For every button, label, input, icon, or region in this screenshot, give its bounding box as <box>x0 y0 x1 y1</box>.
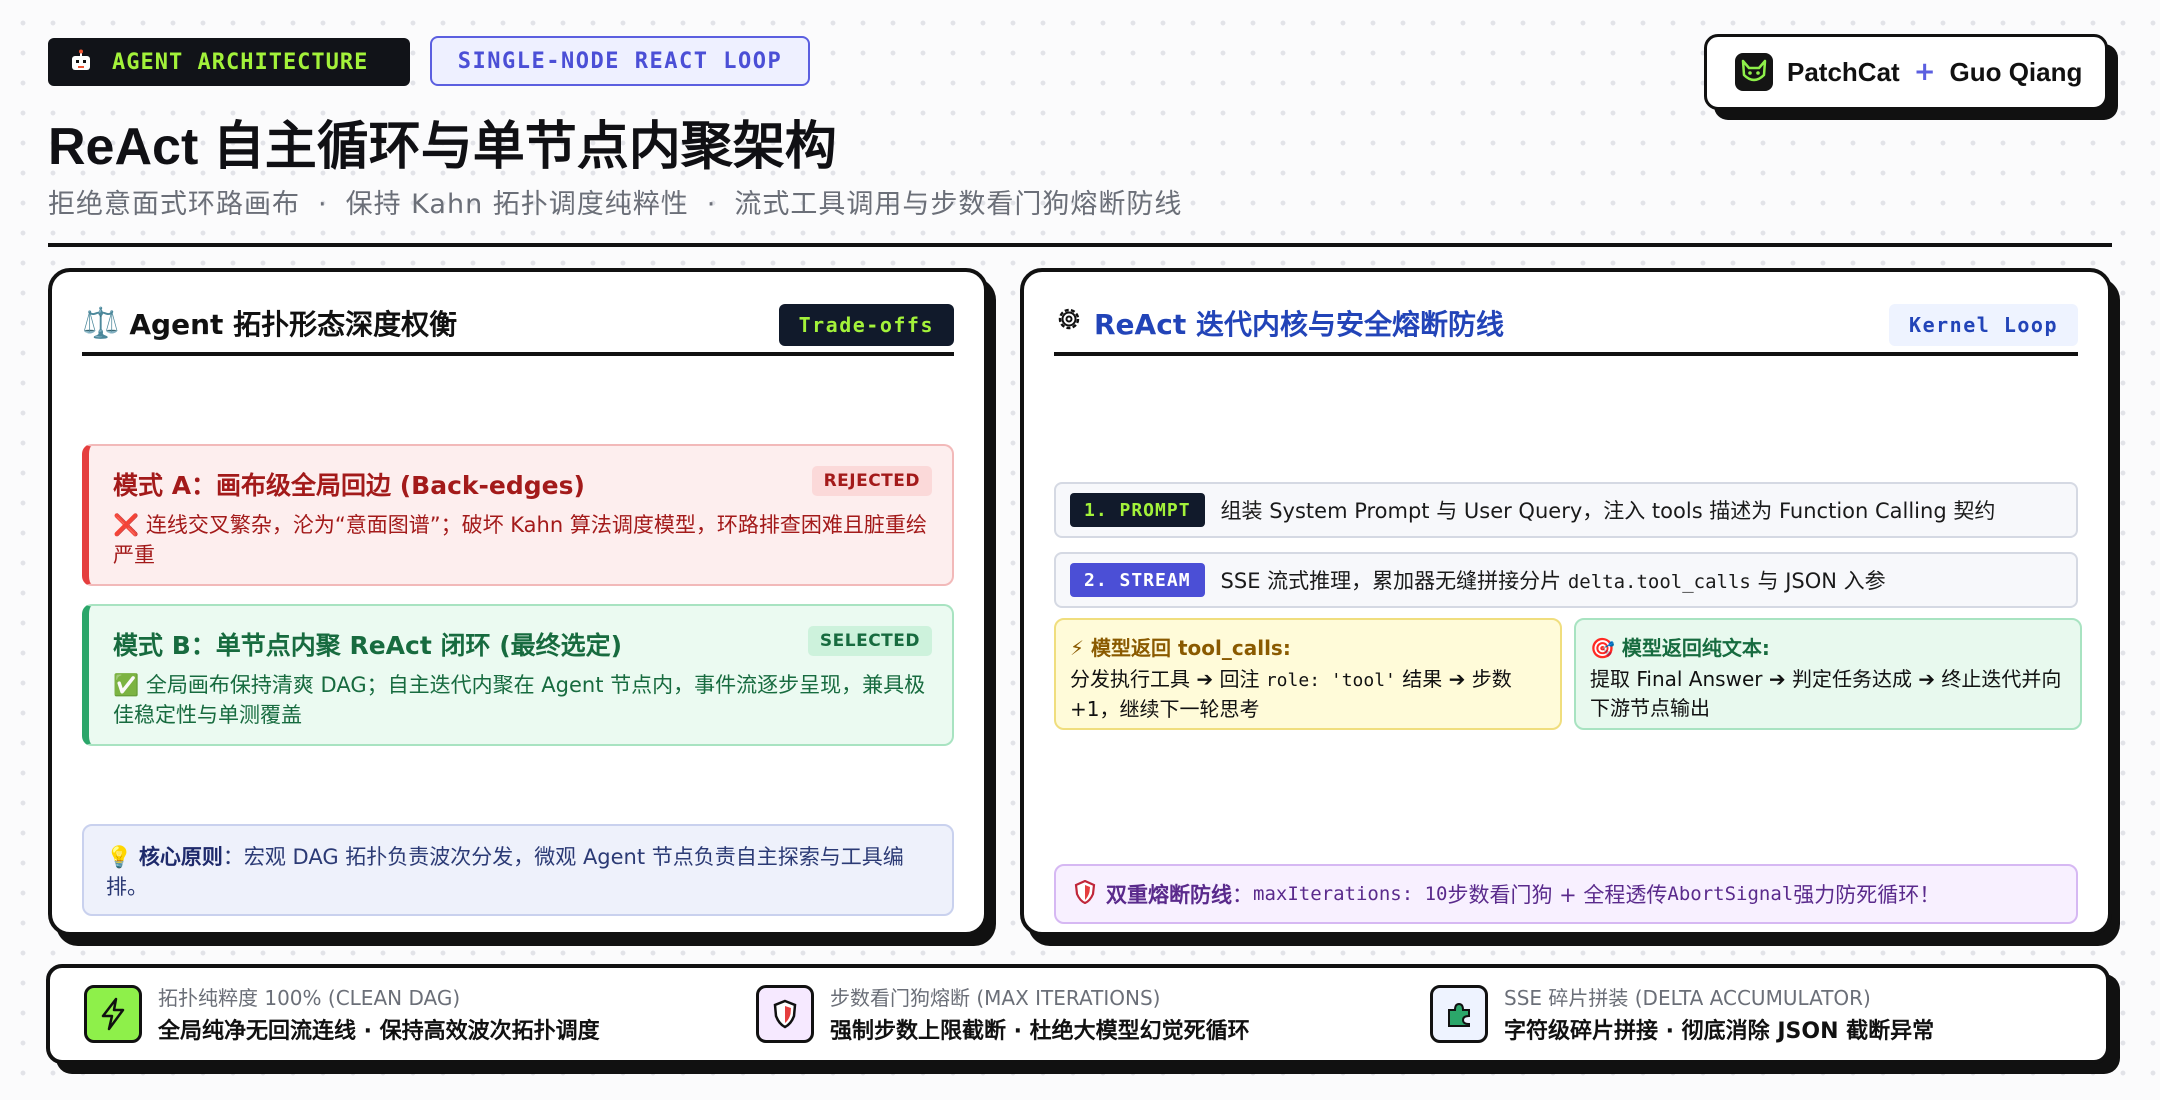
mode-a-desc-text: 连线交叉繁杂，沦为“意面图谱”；破坏 Kahn 算法调度模型，环路排查困难且脏重… <box>113 513 927 567</box>
tradeoffs-pill: Trade-offs <box>778 304 954 346</box>
feature-max-iterations: 步数看门狗熔断 (MAX ITERATIONS) 强制步数上限截断 · 杜绝大模… <box>756 982 1250 1045</box>
branch-tool-desc: 分发执行工具 ➔ 回注 role: 'tool' 结果 ➔ 步数 +1，继续下一… <box>1070 665 1546 724</box>
check-icon: ✅ <box>113 673 140 697</box>
mode-a-title: 模式 A：画布级全局回边 (Back-edges) <box>113 471 585 500</box>
branch-text-desc: 提取 Final Answer ➔ 判定任务达成 ➔ 终止迭代并向下游节点输出 <box>1590 667 2062 720</box>
subtitle-part-1: 拒绝意面式环路画布 <box>48 189 300 220</box>
brand-card: PatchCat + Guo Qiang <box>1704 34 2108 110</box>
fuse-label: 双重熔断防线 <box>1106 883 1232 907</box>
lightning-icon <box>84 984 142 1043</box>
scale-icon: ⚖️ <box>82 305 120 341</box>
feature-clean-dag-desc: 全局纯净无回流连线 · 保持高效波次拓扑调度 <box>158 1019 600 1044</box>
mode-b-title: 模式 B：单节点内聚 ReAct 闭环 (最终选定) <box>113 631 623 660</box>
mode-b-desc-text: 全局画布保持清爽 DAG；自主迭代内聚在 Agent 节点内，事件流逐步呈现，兼… <box>113 673 926 727</box>
mode-b-card: 模式 B：单节点内聚 ReAct 闭环 (最终选定) SELECTED ✅ 全局… <box>82 604 954 746</box>
rejected-badge: REJECTED <box>811 466 932 496</box>
feature-clean-dag-label: 拓扑纯粹度 100% (CLEAN DAG) <box>158 986 461 1010</box>
step-prompt-label: 1. PROMPT <box>1070 493 1205 527</box>
principle-label: 核心原则 <box>138 845 223 869</box>
subtitle-separator: · <box>318 189 328 220</box>
mode-b-desc: ✅ 全局画布保持清爽 DAG；自主迭代内聚在 Agent 节点内，事件流逐步呈现… <box>113 670 928 730</box>
step-stream-label: 2. STREAM <box>1070 563 1205 597</box>
tradeoffs-header: ⚖️ Agent 拓扑形态深度权衡 Trade-offs <box>82 294 954 356</box>
page-title: ReAct 自主循环与单节点内聚架构 <box>48 118 837 176</box>
fuse-box: 双重熔断防线： maxIterations: 10 步数看门狗 + 全程透传 Ab… <box>1054 864 2078 924</box>
target-icon: 🎯 <box>1590 636 1615 660</box>
cat-logo-icon <box>1735 53 1773 91</box>
core-principle-box: 💡 核心原则：宏观 DAG 拓扑负责波次分发，微观 Agent 节点负责自主探索… <box>82 824 954 916</box>
step-stream: 2. STREAM SSE 流式推理，累加器无缝拼接分片 delta.tool_… <box>1054 552 2078 608</box>
header-divider <box>48 243 2112 247</box>
brand-author: Guo Qiang <box>1949 56 2083 87</box>
step-stream-text-b: 与 JSON 入参 <box>1750 569 1886 593</box>
step-stream-code: delta.tool_calls <box>1567 571 1751 593</box>
architecture-tag: AGENT ARCHITECTURE <box>48 38 410 86</box>
kernel-header: ReAct 迭代内核与安全熔断防线 Kernel Loop <box>1054 294 2078 356</box>
brand-plus: + <box>1913 57 1936 87</box>
branch-tool-code: role: 'tool' <box>1265 670 1396 691</box>
kernel-title: ReAct 迭代内核与安全熔断防线 <box>1094 308 1504 341</box>
feature-delta-accumulator-label: SSE 碎片拼装 (DELTA ACCUMULATOR) <box>1504 986 1871 1010</box>
feature-max-iterations-desc: 强制步数上限截断 · 杜绝大模型幻觉死循环 <box>830 1019 1250 1044</box>
architecture-tag-label: AGENT ARCHITECTURE <box>112 49 369 75</box>
selected-badge: SELECTED <box>807 626 932 656</box>
step-prompt: 1. PROMPT 组装 System Prompt 与 User Query，… <box>1054 482 2078 538</box>
brand-name: PatchCat <box>1787 56 1900 87</box>
kernel-pill: Kernel Loop <box>1889 304 2078 346</box>
kernel-panel: ReAct 迭代内核与安全熔断防线 Kernel Loop 1. PROMPT … <box>1020 268 2112 936</box>
mode-a-card: 模式 A：画布级全局回边 (Back-edges) REJECTED ❌ 连线交… <box>82 444 954 586</box>
tradeoffs-panel: ⚖️ Agent 拓扑形态深度权衡 Trade-offs 模式 A：画布级全局回… <box>48 268 988 936</box>
page-subtitle: 拒绝意面式环路画布 · 保持 Kahn 拓扑调度纯粹性 · 流式工具调用与步数看门狗熔断… <box>48 182 1182 221</box>
branch-plain-text: 🎯 模型返回纯文本: 提取 Final Answer ➔ 判定任务达成 ➔ 终止… <box>1574 618 2082 730</box>
cross-icon: ❌ <box>113 513 140 537</box>
branch-tool-calls: ⚡ 模型返回 tool_calls: 分发执行工具 ➔ 回注 role: 'to… <box>1054 618 1562 730</box>
lightning-icon: ⚡ <box>1070 636 1085 660</box>
fuse-code-1: maxIterations: 10 <box>1253 883 1448 905</box>
feature-delta-accumulator: SSE 碎片拼装 (DELTA ACCUMULATOR) 字符级碎片拼接 · 彻… <box>1430 982 1934 1045</box>
branch-tool-title: 模型返回 tool_calls: <box>1091 636 1291 660</box>
gear-icon <box>1054 304 1084 342</box>
subtitle-separator: · <box>706 189 717 220</box>
step-prompt-text: 组装 System Prompt 与 User Query，注入 tools 描… <box>1220 499 1996 523</box>
fuse-sep: ： <box>1232 883 1253 907</box>
mode-a-desc: ❌ 连线交叉繁杂，沦为“意面图谱”；破坏 Kahn 算法调度模型，环路排查困难且… <box>113 510 928 570</box>
fuse-text-a: 步数看门狗 + 全程透传 <box>1447 883 1668 907</box>
subtitle-part-3: 流式工具调用与步数看门狗熔断防线 <box>734 189 1183 220</box>
fuse-code-2: AbortSignal <box>1667 883 1794 905</box>
robot-icon <box>68 49 94 75</box>
feature-max-iterations-label: 步数看门狗熔断 (MAX ITERATIONS) <box>830 986 1161 1010</box>
lightbulb-icon: 💡 <box>106 845 133 869</box>
subtitle-part-2: 保持 Kahn 拓扑调度纯粹性 <box>345 189 689 220</box>
shield-icon <box>1074 879 1096 909</box>
feature-footer: 拓扑纯粹度 100% (CLEAN DAG) 全局纯净无回流连线 · 保持高效波… <box>46 964 2110 1064</box>
loop-tag: SINGLE-NODE REACT LOOP <box>430 36 810 86</box>
tradeoffs-title: Agent 拓扑形态深度权衡 <box>129 308 458 341</box>
feature-delta-accumulator-desc: 字符级碎片拼接 · 彻底消除 JSON 截断异常 <box>1504 1019 1935 1044</box>
puzzle-icon <box>1430 984 1488 1043</box>
branch-text-title: 模型返回纯文本: <box>1621 636 1770 660</box>
principle-text: ：宏观 DAG 拓扑负责波次分发，微观 Agent 节点负责自主探索与工具编排。 <box>106 845 904 899</box>
step-stream-text-a: SSE 流式推理，累加器无缝拼接分片 <box>1220 569 1568 593</box>
step-stream-text: SSE 流式推理，累加器无缝拼接分片 delta.tool_calls 与 JS… <box>1221 565 1886 595</box>
fuse-text-b: 强力防死循环！ <box>1793 883 1941 907</box>
branch-tool-text-a: 分发执行工具 ➔ 回注 <box>1070 667 1266 691</box>
feature-clean-dag: 拓扑纯粹度 100% (CLEAN DAG) 全局纯净无回流连线 · 保持高效波… <box>84 982 600 1045</box>
shield-icon <box>756 984 814 1043</box>
